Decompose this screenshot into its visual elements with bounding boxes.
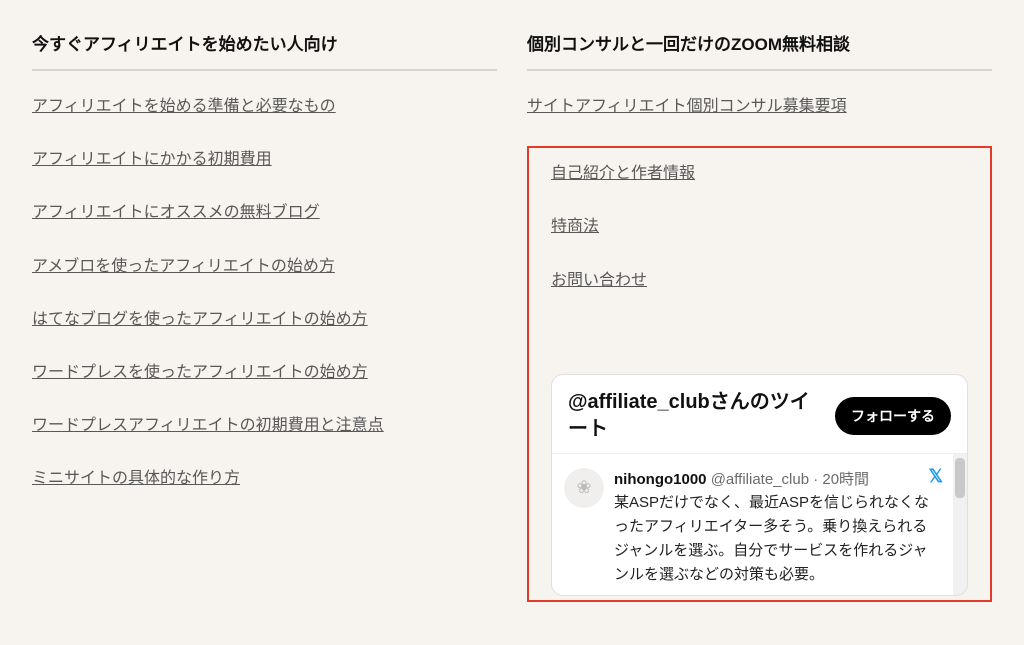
right-column: 個別コンサルと一回だけのZOOM無料相談 サイトアフィリエイト個別コンサル募集要… — [527, 20, 992, 602]
link-item[interactable]: アフィリエイトを始める準備と必要なもの — [32, 93, 336, 120]
link-item[interactable]: ワードプレスを使ったアフィリエイトの始め方 — [32, 359, 368, 386]
link-item[interactable]: お問い合わせ — [551, 267, 647, 294]
twitter-header-title: @affiliate_clubさんのツイート — [568, 389, 835, 443]
tweet-username: nihongo1000 — [614, 471, 707, 488]
link-item[interactable]: アフィリエイトにオススメの無料ブログ — [32, 199, 320, 226]
left-section-title: 今すぐアフィリエイトを始めたい人向け — [32, 20, 497, 71]
box-link-list: 自己紹介と作者情報 特商法 お問い合わせ — [551, 160, 968, 294]
link-item[interactable]: サイトアフィリエイト個別コンサル募集要項 — [527, 93, 847, 120]
tweet-meta: nihongo1000 @affiliate_club · 20時間 — [614, 468, 941, 489]
link-item[interactable]: ミニサイトの具体的な作り方 — [32, 465, 240, 492]
avatar: ❀ — [564, 468, 604, 508]
link-item[interactable]: はてなブログを使ったアフィリエイトの始め方 — [32, 306, 368, 333]
link-item[interactable]: 自己紹介と作者情報 — [551, 160, 695, 187]
left-column: 今すぐアフィリエイトを始めたい人向け アフィリエイトを始める準備と必要なもの ア… — [32, 20, 497, 602]
link-item[interactable]: ワードプレスアフィリエイトの初期費用と注意点 — [32, 412, 384, 439]
link-item[interactable]: 特商法 — [551, 213, 599, 240]
twitter-header: @affiliate_clubさんのツイート フォローする — [552, 375, 967, 454]
left-link-list: アフィリエイトを始める準備と必要なもの アフィリエイトにかかる初期費用 アフィリ… — [32, 93, 497, 493]
tweet-content[interactable]: nihongo1000 @affiliate_club · 20時間 某ASPだ… — [614, 468, 955, 587]
right-top-link-list: サイトアフィリエイト個別コンサル募集要項 — [527, 93, 992, 120]
tweet-text: 某ASPだけでなく、最近ASPを信じられなくなったアフィリエイター多そう。乗り換… — [614, 491, 941, 587]
highlighted-box: 自己紹介と作者情報 特商法 お問い合わせ @affiliate_clubさんのツ… — [527, 146, 992, 602]
x-logo-icon[interactable]: 𝕏 — [928, 466, 943, 487]
link-item[interactable]: アフィリエイトにかかる初期費用 — [32, 146, 272, 173]
link-item[interactable]: アメブロを使ったアフィリエイトの始め方 — [32, 253, 335, 280]
scrollbar[interactable] — [953, 454, 967, 595]
follow-button[interactable]: フォローする — [835, 397, 951, 435]
twitter-embed: @affiliate_clubさんのツイート フォローする ❀ nihongo1… — [551, 374, 968, 596]
tweet-body: ❀ nihongo1000 @affiliate_club · 20時間 某AS… — [552, 454, 967, 595]
tweet-time: · 20時間 — [813, 471, 869, 488]
tweet-handle: @affiliate_club — [711, 471, 809, 488]
right-section-title: 個別コンサルと一回だけのZOOM無料相談 — [527, 20, 992, 71]
